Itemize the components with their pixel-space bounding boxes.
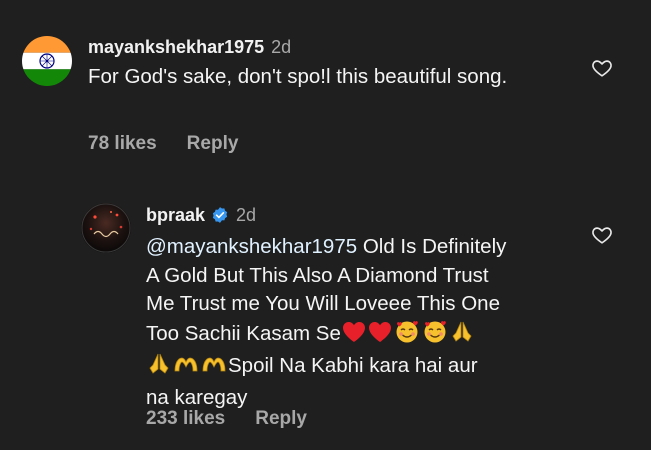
comment-text-line: Old Is Definitely xyxy=(357,235,507,258)
verified-badge-icon xyxy=(211,206,229,229)
comment-text-line: Spoil Na Kabhi kara hai aur xyxy=(228,354,478,377)
username-text[interactable]: bpraak xyxy=(146,205,205,225)
red-heart-emoji-icon xyxy=(368,321,392,352)
comment-text-line: Me Trust me You Will Loveee This One xyxy=(146,292,500,315)
comment-item: mayankshekhar1975 2d For God's sake, don'… xyxy=(0,0,651,170)
reply-button[interactable]: Reply xyxy=(255,408,307,429)
heart-hands-emoji-icon xyxy=(173,353,199,384)
india-flag-icon[interactable] xyxy=(22,36,72,86)
profile-photo-icon[interactable] xyxy=(81,203,131,253)
smiling-face-hearts-emoji-icon xyxy=(394,319,420,352)
username-text[interactable]: mayankshekhar1975 xyxy=(88,37,264,57)
comment-text: For God's sake, don't spo!l this beautif… xyxy=(88,65,508,88)
comment-text-line: na karegay xyxy=(146,385,248,409)
folded-hands-emoji-icon xyxy=(450,319,474,352)
smiling-face-hearts-emoji-icon xyxy=(422,319,448,352)
comment-text: @mayankshekhar1975 Old Is Definitely A G… xyxy=(146,233,586,412)
likes-count[interactable]: 78 likes xyxy=(88,133,157,154)
like-heart-icon[interactable] xyxy=(591,57,613,79)
red-heart-emoji-icon xyxy=(342,321,366,352)
reply-button[interactable]: Reply xyxy=(187,133,239,154)
comment-text-line: A Gold But This Also A Diamond Trust xyxy=(146,263,489,287)
comment-text-line: Too Sachii Kasam Se xyxy=(146,321,341,345)
like-heart-icon[interactable] xyxy=(591,224,613,246)
heart-hands-emoji-icon xyxy=(201,353,227,384)
comment-timestamp: 2d xyxy=(236,205,257,225)
comment-username[interactable]: mayankshekhar1975 2d xyxy=(88,37,291,58)
comment-actions: 78 likes Reply xyxy=(88,133,238,155)
comment-timestamp: 2d xyxy=(271,37,292,57)
folded-hands-emoji-icon xyxy=(147,351,171,384)
comment-actions: 233 likes Reply xyxy=(146,408,307,430)
likes-count[interactable]: 233 likes xyxy=(146,408,225,429)
comment-username[interactable]: bpraak 2d xyxy=(146,205,256,229)
reply-comment-item: bpraak 2d @mayankshekhar1975 Old Is Defin… xyxy=(0,190,651,450)
mention-link[interactable]: @mayankshekhar1975 xyxy=(146,235,357,258)
